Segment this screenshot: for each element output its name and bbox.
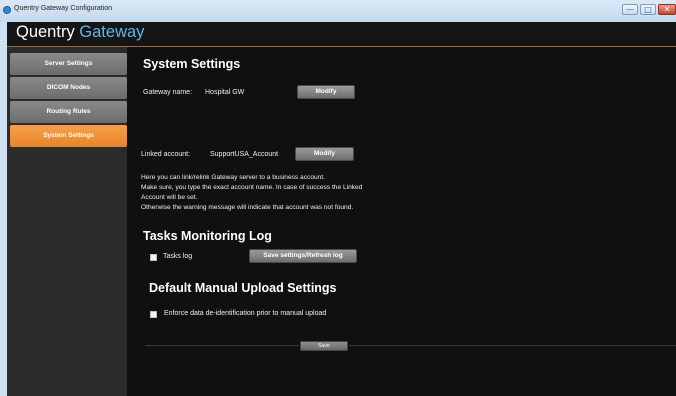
enforce-deidentification-checkbox[interactable] bbox=[150, 311, 157, 318]
modify-gateway-name-button[interactable]: Modify bbox=[297, 85, 355, 99]
minimize-button[interactable]: — bbox=[622, 4, 638, 15]
brand-name-part2: Gateway bbox=[79, 23, 145, 41]
system-settings-heading: System Settings bbox=[143, 57, 241, 71]
save-divider-left bbox=[145, 345, 299, 346]
sidebar-item-dicom-nodes[interactable]: DICOM Nodes bbox=[10, 77, 127, 99]
enforce-deidentification-label: Enforce data de-identification prior to … bbox=[164, 310, 327, 317]
sidebar-item-server-settings[interactable]: Server Settings bbox=[10, 53, 127, 75]
brand-name-part1: Quentry bbox=[16, 23, 75, 41]
sidebar-item-routing-rules[interactable]: Routing Rules bbox=[10, 101, 127, 123]
maximize-button[interactable]: □ bbox=[640, 4, 656, 15]
tasks-log-checkbox[interactable] bbox=[150, 254, 157, 261]
help-text-line: Make sure, you type the exact account na… bbox=[141, 184, 363, 191]
save-button[interactable]: Save bbox=[300, 341, 348, 351]
brand-logo: Quentry Gateway bbox=[16, 23, 144, 42]
help-text-line: Otherwise the warning message will indic… bbox=[141, 204, 354, 211]
modify-linked-account-button[interactable]: Modify bbox=[295, 147, 354, 161]
app-header: Quentry Gateway bbox=[7, 22, 676, 46]
gateway-name-value: Hospital GW bbox=[205, 89, 245, 96]
app-icon bbox=[3, 6, 11, 14]
sidebar: Server Settings DICOM Nodes Routing Rule… bbox=[7, 47, 127, 396]
link-account-help-text: Here you can link/relink Gateway server … bbox=[141, 173, 362, 213]
save-divider-right bbox=[349, 345, 676, 346]
sidebar-item-system-settings[interactable]: System Settings bbox=[10, 125, 127, 147]
help-text-line: Account will be set. bbox=[141, 194, 198, 201]
app-frame: Quentry Gateway Server Settings DICOM No… bbox=[7, 22, 676, 396]
linked-account-value: SupportUSA_Account bbox=[210, 151, 279, 158]
help-text-line: Here you can link/relink Gateway server … bbox=[141, 174, 325, 181]
main-content: System Settings Gateway name: Hospital G… bbox=[127, 47, 676, 396]
gateway-name-label: Gateway name: bbox=[143, 89, 193, 96]
upload-settings-heading: Default Manual Upload Settings bbox=[149, 281, 337, 295]
title-bar[interactable]: Quentry Gateway Configuration — □ ✕ bbox=[0, 0, 676, 22]
application-window: Quentry Gateway Configuration — □ ✕ Quen… bbox=[0, 0, 676, 396]
save-refresh-log-button[interactable]: Save settings/Refresh log bbox=[249, 249, 357, 263]
tasks-monitoring-heading: Tasks Monitoring Log bbox=[143, 229, 272, 243]
tasks-log-label: Tasks log bbox=[163, 253, 193, 260]
window-title: Quentry Gateway Configuration bbox=[14, 5, 113, 12]
close-button[interactable]: ✕ bbox=[658, 4, 676, 15]
linked-account-label: Linked account: bbox=[141, 151, 191, 158]
